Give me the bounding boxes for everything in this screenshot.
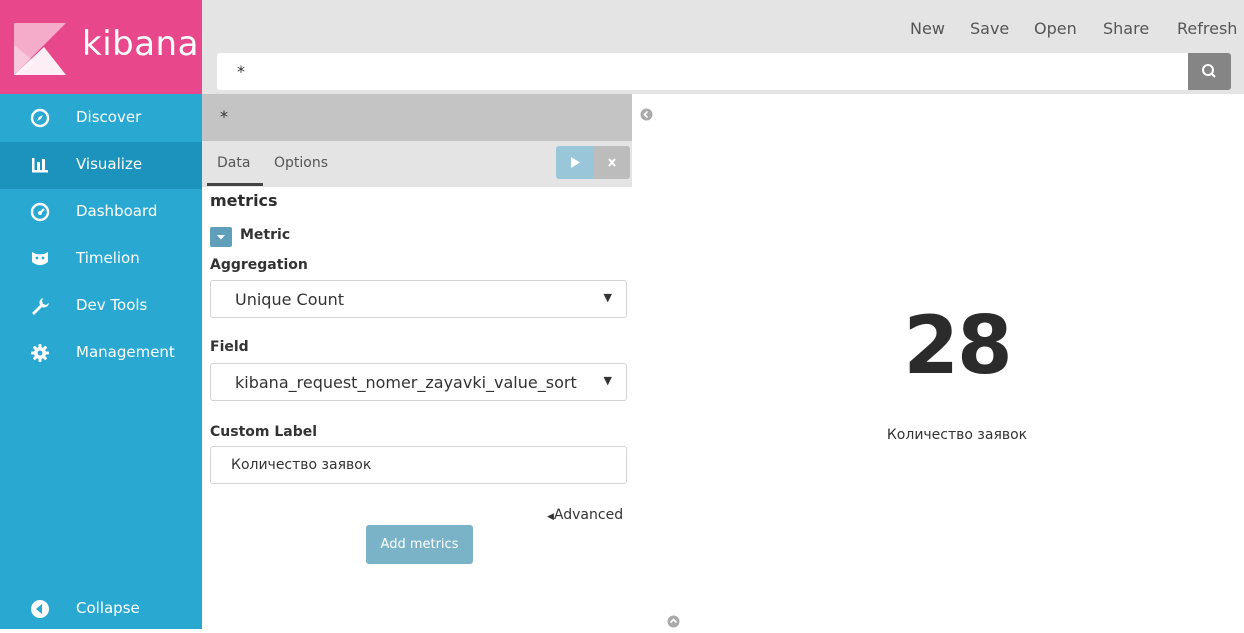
sidebar-item-label: Timelion — [76, 249, 140, 267]
dashboard-gauge-icon — [30, 202, 50, 222]
metric-value: 28 — [903, 299, 1012, 392]
metric-toggle-button[interactable] — [210, 227, 232, 247]
field-select[interactable]: kibana_request_nomer_zayavki_value_sort … — [210, 363, 627, 401]
aggregation-select-value: Unique Count — [235, 290, 345, 309]
active-tab-indicator — [207, 183, 263, 186]
sidebar-item-timelion[interactable]: Timelion — [0, 236, 202, 283]
advanced-toggle-link[interactable]: ◀Advanced — [547, 507, 623, 523]
sidebar: kibana Discover Visualize Dashboard Time… — [0, 0, 202, 629]
kibana-logo[interactable]: kibana — [0, 0, 202, 94]
timelion-cat-icon — [32, 252, 48, 265]
metric-label: Количество заявок — [886, 427, 1028, 443]
sidebar-item-discover[interactable]: Discover — [0, 95, 202, 142]
refresh-button[interactable]: Refresh — [1177, 19, 1237, 38]
sidebar-item-label: Visualize — [76, 155, 143, 173]
tab-options[interactable]: Options — [274, 155, 328, 171]
bar-chart-icon — [32, 158, 48, 173]
sidebar-collapse[interactable]: Collapse — [0, 586, 202, 633]
field-label: Field — [210, 339, 249, 355]
sidebar-item-label: Dev Tools — [76, 296, 148, 314]
visualization-area: 28 Количество заявок — [632, 94, 1244, 629]
kibana-logo-icon — [14, 23, 66, 75]
custom-label-input-value: Количество заявок — [231, 457, 372, 473]
tab-data[interactable]: Data — [217, 155, 250, 171]
custom-label-input[interactable]: Количество заявок — [210, 446, 627, 484]
metrics-section-title: metrics — [210, 191, 278, 210]
share-button[interactable]: Share — [1103, 19, 1149, 38]
caret-down-icon — [217, 235, 225, 240]
sidebar-item-dev-tools[interactable]: Dev Tools — [0, 283, 202, 330]
add-metrics-button[interactable]: Add metrics — [366, 525, 473, 564]
editor-query-header: * — [202, 94, 632, 141]
aggregation-select[interactable]: Unique Count ▼ — [210, 280, 627, 318]
collapse-sidebar-icon[interactable] — [640, 108, 653, 121]
apply-changes-button[interactable] — [556, 146, 594, 179]
compass-icon — [30, 108, 50, 128]
new-button[interactable]: New — [910, 19, 945, 38]
chevron-down-icon: ▼ — [603, 374, 612, 387]
logo-text: kibana — [82, 24, 199, 64]
chevron-down-icon: ▼ — [603, 291, 612, 304]
sidebar-item-dashboard[interactable]: Dashboard — [0, 189, 202, 236]
open-button[interactable]: Open — [1034, 19, 1077, 38]
editor-query-text: * — [220, 107, 228, 126]
search-input-value: * — [237, 62, 245, 81]
editor-panel: metrics Metric Aggregation Unique Count … — [202, 187, 632, 629]
search-input[interactable]: * — [217, 53, 1190, 90]
search-button[interactable] — [1188, 53, 1231, 90]
custom-label-label: Custom Label — [210, 424, 318, 440]
field-select-value: kibana_request_nomer_zayavki_value_sort — [235, 373, 577, 392]
gear-icon — [31, 344, 49, 362]
play-icon — [571, 157, 580, 168]
chevron-left-circle-icon — [31, 600, 49, 618]
sidebar-collapse-label: Collapse — [76, 599, 140, 617]
sidebar-item-label: Discover — [76, 108, 142, 126]
sidebar-item-management[interactable]: Management — [0, 330, 202, 377]
top-nav-bar: New Save Open Share Refresh * — [202, 0, 1244, 94]
metric-title: Metric — [240, 227, 291, 243]
sidebar-item-visualize[interactable]: Visualize — [0, 142, 202, 189]
editor-tabs: Data Options — [202, 141, 632, 187]
discard-changes-button[interactable] — [594, 146, 630, 179]
caret-left-icon: ◀ — [547, 512, 554, 522]
close-icon — [608, 158, 616, 167]
advanced-label: Advanced — [553, 507, 624, 523]
wrench-icon — [32, 298, 49, 315]
chevron-up-circle-icon[interactable] — [667, 615, 680, 628]
save-button[interactable]: Save — [970, 19, 1009, 38]
aggregation-label: Aggregation — [210, 257, 308, 273]
sidebar-item-label: Dashboard — [76, 202, 158, 220]
search-icon — [1202, 64, 1216, 78]
sidebar-item-label: Management — [76, 343, 175, 361]
